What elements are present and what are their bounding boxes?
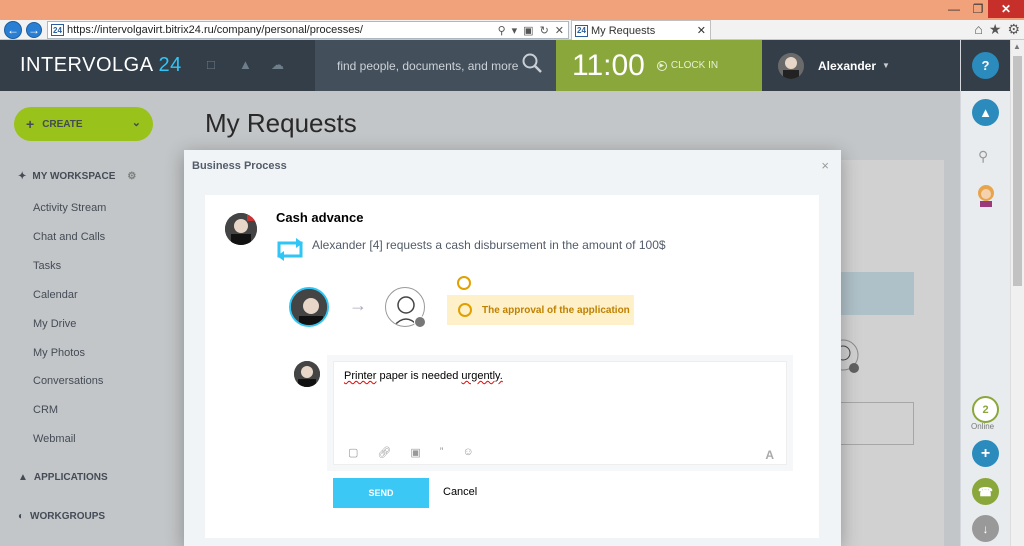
commenter-avatar bbox=[294, 361, 320, 387]
process-cycle-icon bbox=[277, 238, 303, 261]
online-label: Online bbox=[971, 422, 995, 431]
clock-icon bbox=[458, 303, 472, 317]
back-icon[interactable]: ← bbox=[4, 21, 22, 39]
global-search[interactable]: find people, documents, and more bbox=[315, 40, 556, 91]
requester-avatar bbox=[225, 213, 257, 245]
cancel-button[interactable]: Cancel bbox=[443, 486, 477, 498]
search-icon[interactable] bbox=[521, 52, 543, 74]
phone-icon[interactable]: ☎ bbox=[972, 478, 999, 505]
request-description: Alexander [4] requests a cash disburseme… bbox=[312, 238, 666, 252]
chat-icon[interactable]: □ bbox=[207, 57, 215, 72]
comment-editor[interactable]: Printer paper is needed urgently. ▢ 🔗︎ ▣… bbox=[333, 361, 787, 465]
tab-title: My Requests bbox=[591, 24, 656, 37]
window-titlebar: — ❐ ✕ bbox=[0, 0, 1024, 20]
play-icon: ▶ bbox=[656, 60, 667, 71]
mention-user-icon[interactable]: ☺ bbox=[462, 446, 473, 459]
contact-avatar[interactable] bbox=[974, 181, 998, 207]
browser-tab[interactable]: 24 My Requests ✕ bbox=[571, 20, 711, 40]
site-favicon-icon: 24 bbox=[51, 24, 64, 36]
close-icon[interactable]: × bbox=[821, 158, 829, 173]
approval-status: The approval of the application bbox=[447, 295, 634, 325]
cloud-icon[interactable]: ☁ bbox=[271, 57, 284, 73]
clock-widget[interactable]: 11:00 ▶ CLOCK IN bbox=[556, 40, 762, 91]
portal-logo[interactable]: INTERVOLGA 24 bbox=[20, 54, 182, 77]
home-icon[interactable]: ⌂ bbox=[974, 21, 982, 38]
page-scrollbar[interactable]: ▲ bbox=[1010, 40, 1024, 546]
user-menu[interactable]: Alexander ▼ bbox=[778, 40, 890, 91]
stop-icon[interactable]: ✕ bbox=[555, 24, 564, 37]
restore-button[interactable]: ❐ bbox=[966, 0, 990, 18]
portal-header: INTERVOLGA 24 □ ▲ ☁ find people, documen… bbox=[0, 40, 960, 91]
avatar bbox=[778, 52, 804, 79]
initiator-avatar bbox=[289, 287, 329, 327]
modal-title: Business Process bbox=[192, 160, 287, 172]
text-format-icon[interactable]: A bbox=[765, 448, 774, 462]
address-bar[interactable]: 24 https://intervolgavirt.bitrix24.ru/co… bbox=[47, 21, 569, 39]
search-icon[interactable]: ⚲ bbox=[498, 24, 506, 37]
right-panel: ? ▲ ⚲ 2 Online + ☎ ↓ bbox=[960, 40, 1011, 546]
refresh-icon[interactable]: ↻ bbox=[540, 24, 549, 37]
bell-icon[interactable]: ▲ bbox=[239, 57, 252, 72]
clock-in-button[interactable]: ▶ CLOCK IN bbox=[656, 60, 718, 71]
request-title: Cash advance bbox=[276, 210, 364, 225]
download-icon[interactable]: ↓ bbox=[972, 515, 999, 542]
scroll-up-icon[interactable]: ▲ bbox=[1013, 42, 1021, 51]
video-icon[interactable]: ▣ bbox=[410, 446, 420, 459]
online-count-badge[interactable]: 2 bbox=[972, 396, 999, 423]
comment-input[interactable]: Printer paper is needed urgently. bbox=[344, 370, 503, 382]
modal-body: Cash advance Alexander [4] requests a ca… bbox=[205, 195, 819, 538]
help-button[interactable]: ? bbox=[972, 52, 999, 79]
caret-down-icon: ▼ bbox=[882, 61, 890, 70]
window-close-button[interactable]: ✕ bbox=[988, 0, 1024, 18]
clock-time: 11:00 bbox=[572, 48, 645, 82]
search-icon[interactable]: ⚲ bbox=[978, 148, 988, 165]
search-input[interactable]: find people, documents, and more bbox=[337, 59, 518, 73]
url-text: https://intervolgavirt.bitrix24.ru/compa… bbox=[67, 24, 363, 36]
scroll-thumb[interactable] bbox=[1013, 56, 1022, 286]
business-process-modal: Business Process × Cash advance Alexande… bbox=[184, 150, 841, 546]
forward-icon[interactable]: → bbox=[26, 22, 42, 38]
pending-clock-icon bbox=[414, 316, 426, 328]
send-button[interactable]: SEND bbox=[333, 478, 429, 508]
dropdown-icon[interactable]: ▾ bbox=[512, 24, 518, 37]
arrow-right-icon: → bbox=[349, 295, 367, 315]
editor-toolbar: ▢ 🔗︎ ▣ ” ☺ bbox=[348, 446, 474, 459]
clock-icon bbox=[457, 276, 471, 290]
tab-favicon-icon: 24 bbox=[575, 24, 588, 37]
attach-file-icon[interactable]: ▢ bbox=[348, 446, 358, 459]
settings-gear-icon[interactable]: ⚙ bbox=[1007, 21, 1020, 38]
user-name: Alexander bbox=[818, 58, 877, 73]
add-icon[interactable]: + bbox=[972, 440, 999, 467]
favorites-star-icon[interactable]: ★ bbox=[989, 21, 1002, 38]
tab-close-icon[interactable]: ✕ bbox=[697, 24, 706, 37]
quote-icon[interactable]: ” bbox=[440, 446, 444, 459]
browser-navbar: ← → 24 https://intervolgavirt.bitrix24.r… bbox=[0, 20, 1024, 40]
minimize-button[interactable]: — bbox=[942, 0, 966, 18]
notifications-bell-icon[interactable]: ▲ bbox=[972, 99, 999, 126]
link-icon[interactable]: 🔗︎ bbox=[377, 446, 391, 459]
lock-icon[interactable]: ▣ bbox=[523, 24, 533, 37]
